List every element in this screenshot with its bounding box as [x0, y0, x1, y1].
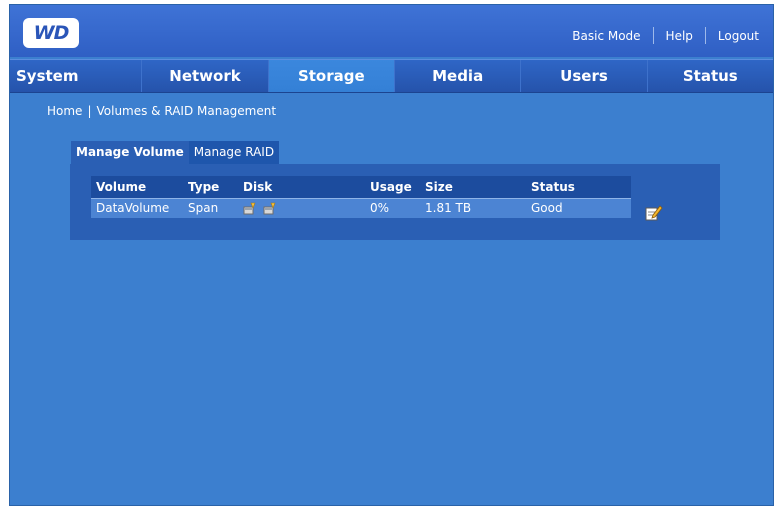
breadcrumb-home[interactable]: Home: [47, 104, 82, 118]
disk-icon[interactable]: [243, 202, 257, 215]
edit-icon[interactable]: [645, 204, 663, 221]
cell-status: Good: [526, 197, 631, 218]
link-divider: [704, 27, 706, 44]
header-status: Status: [526, 176, 631, 198]
table-header-row: Volume Type Disk Usage Size Status: [91, 176, 631, 198]
cell-usage: 0%: [365, 197, 420, 218]
cell-disk: [238, 197, 365, 218]
subtab-manage-volume[interactable]: Manage Volume: [71, 141, 189, 164]
help-link[interactable]: Help: [666, 29, 693, 43]
volume-table: Volume Type Disk Usage Size Status DataV…: [91, 176, 631, 218]
cell-size: 1.81 TB: [420, 197, 526, 218]
top-links: Basic Mode Help Logout: [572, 27, 759, 44]
volume-panel: Volume Type Disk Usage Size Status DataV…: [70, 164, 720, 240]
main-nav: System Network Storage Media Users Statu…: [10, 59, 773, 93]
breadcrumb-current: Volumes & RAID Management: [96, 104, 277, 118]
table-row: DataVolume Span 0% 1.81 TB Good: [91, 197, 631, 218]
subtab-manage-raid[interactable]: Manage RAID: [188, 141, 280, 164]
link-divider: [652, 27, 654, 44]
header-volume: Volume: [91, 176, 183, 198]
header-bar: WD Basic Mode Help Logout: [10, 5, 773, 57]
breadcrumb-separator: |: [87, 104, 92, 118]
cell-type: Span: [183, 197, 238, 218]
header-type: Type: [183, 176, 238, 198]
disk-icon[interactable]: [263, 202, 277, 215]
tab-network[interactable]: Network: [142, 60, 269, 92]
tab-status[interactable]: Status: [648, 60, 773, 92]
logout-link[interactable]: Logout: [718, 29, 759, 43]
subtab-bar: Manage Volume Manage RAID: [71, 141, 280, 164]
tab-users[interactable]: Users: [521, 60, 648, 92]
cell-volume: DataVolume: [91, 197, 183, 218]
tab-storage[interactable]: Storage: [268, 60, 395, 92]
wd-logo: WD: [23, 18, 79, 48]
breadcrumb: Home | Volumes & RAID Management: [47, 104, 276, 118]
basic-mode-link[interactable]: Basic Mode: [572, 29, 640, 43]
logo-text: WD: [33, 22, 70, 44]
tab-system[interactable]: System: [10, 60, 143, 92]
header-disk: Disk: [238, 176, 365, 198]
tab-media[interactable]: Media: [395, 60, 522, 92]
app-frame: WD Basic Mode Help Logout System Network…: [9, 4, 774, 506]
header-size: Size: [420, 176, 526, 198]
header-usage: Usage: [365, 176, 420, 198]
